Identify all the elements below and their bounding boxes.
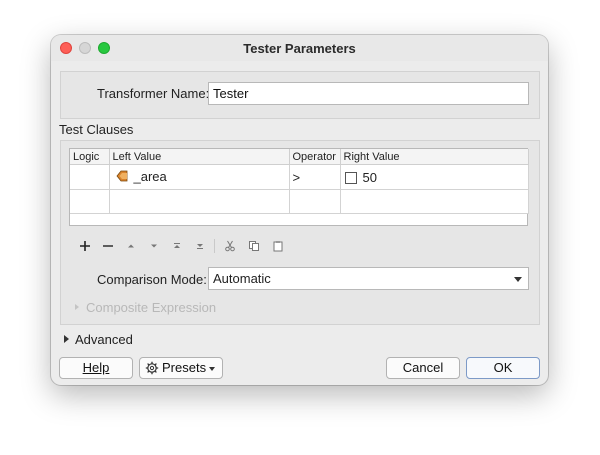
column-header-right-value[interactable]: Right Value — [340, 149, 529, 165]
test-clauses-table: Logic Left Value Operator Right Value _a… — [70, 149, 529, 214]
comparison-mode-select[interactable]: Automatic — [208, 267, 529, 290]
move-top-icon[interactable] — [168, 237, 186, 255]
copy-icon[interactable] — [245, 237, 263, 255]
disclosure-triangle-icon — [64, 335, 69, 343]
left-value-cell[interactable] — [109, 189, 290, 214]
move-bottom-icon[interactable] — [191, 237, 209, 255]
left-value-text: _area — [133, 168, 167, 184]
ok-button[interactable]: OK — [466, 357, 540, 379]
table-row[interactable]: _area > 50 — [70, 164, 529, 190]
table-row[interactable] — [70, 189, 529, 214]
left-value-cell[interactable]: _area — [109, 164, 290, 190]
minus-icon[interactable] — [99, 237, 117, 255]
help-button[interactable]: Help — [59, 357, 133, 379]
cut-icon[interactable] — [221, 237, 239, 255]
advanced-label: Advanced — [75, 332, 133, 347]
disclosure-triangle-icon — [75, 304, 79, 310]
chevron-down-icon — [514, 277, 522, 282]
cancel-button[interactable]: Cancel — [386, 357, 460, 379]
right-value-cell[interactable] — [340, 189, 529, 214]
table-header-row: Logic Left Value Operator Right Value — [70, 149, 529, 165]
column-header-logic[interactable]: Logic — [70, 149, 110, 165]
transformer-name-label: Transformer Name: — [97, 86, 210, 101]
advanced-toggle[interactable]: Advanced — [64, 332, 164, 348]
comparison-mode-label: Comparison Mode: — [97, 272, 207, 287]
presets-button-label: Presets — [162, 360, 207, 375]
transformer-name-input[interactable]: Tester — [208, 82, 529, 105]
comparison-mode-value: Automatic — [213, 271, 271, 286]
logic-cell[interactable] — [70, 189, 110, 214]
plus-icon[interactable] — [76, 237, 94, 255]
attribute-arrow-icon — [115, 170, 128, 185]
paste-icon[interactable] — [269, 237, 287, 255]
window-title: Tester Parameters — [243, 41, 356, 56]
right-value-text: 50 — [362, 169, 377, 185]
title-bar: Tester Parameters — [51, 35, 548, 61]
operator-cell[interactable]: > — [289, 164, 341, 190]
help-button-label: Help — [82, 360, 110, 375]
operator-cell[interactable] — [289, 189, 341, 214]
move-up-icon[interactable] — [122, 237, 140, 255]
constant-value-icon — [344, 172, 357, 185]
test-clauses-label: Test Clauses — [59, 122, 134, 137]
right-value-cell[interactable]: 50 — [340, 164, 529, 190]
column-header-operator[interactable]: Operator — [289, 149, 341, 165]
gear-icon — [145, 361, 159, 381]
column-header-left-value[interactable]: Left Value — [109, 149, 290, 165]
toolbar-separator — [214, 239, 215, 253]
move-down-icon[interactable] — [145, 237, 163, 255]
composite-expression-label: Composite Expression — [86, 300, 217, 315]
logic-cell[interactable] — [70, 164, 110, 190]
tester-parameters-dialog: Tester Parameters Transformer Name: Test… — [51, 35, 548, 385]
presets-button[interactable]: Presets — [139, 357, 223, 379]
dropdown-arrow-icon — [209, 367, 215, 371]
